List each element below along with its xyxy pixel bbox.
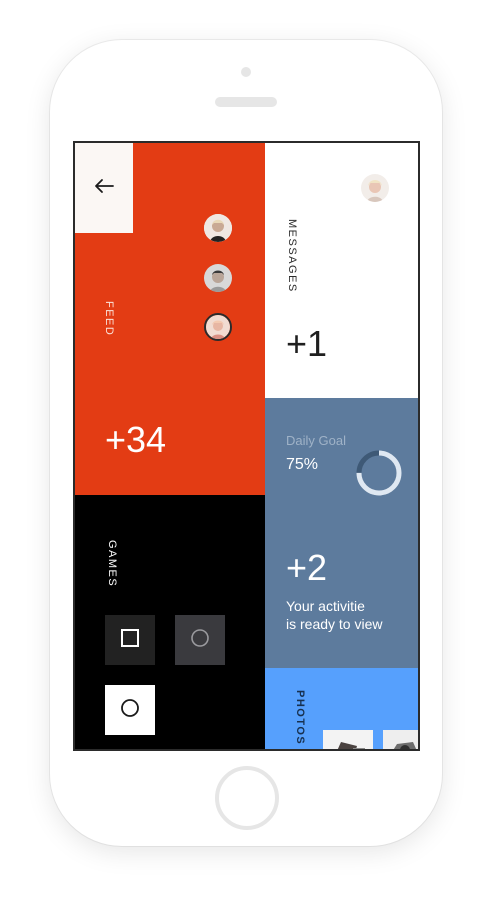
feed-count: +34 (105, 419, 167, 460)
photo-thumbnail-2[interactable] (383, 730, 418, 749)
avatar-user-1[interactable] (204, 214, 232, 242)
daily-goal-count: +2 (286, 547, 328, 588)
photos-label: PHOTOS (294, 690, 306, 746)
circle-icon (191, 628, 209, 652)
messages-tile[interactable]: MESSAGES +1 (265, 143, 418, 398)
home-button[interactable] (215, 766, 279, 830)
arrow-left-icon (94, 178, 114, 199)
feed-label: FEED (103, 301, 115, 337)
daily-goal-title: Daily Goal (286, 433, 346, 448)
messages-label: MESSAGES (286, 219, 298, 293)
messages-count: +1 (286, 323, 328, 364)
avatar-user-3[interactable] (204, 313, 232, 341)
games-label: GAMES (106, 540, 118, 588)
messages-avatar[interactable] (361, 174, 389, 202)
daily-goal-tile[interactable]: Daily Goal 75% +2 Your activitie is read… (265, 398, 418, 668)
photo-thumbnail-1[interactable] (323, 730, 373, 749)
game-button-circle-white[interactable] (105, 685, 155, 735)
games-tile: GAMES (75, 495, 265, 749)
game-button-circle[interactable] (175, 615, 225, 665)
avatar-user-2[interactable] (204, 264, 232, 292)
photos-tile[interactable]: PHOTOS (265, 668, 418, 749)
daily-goal-line2: is ready to view (286, 616, 383, 632)
daily-goal-line1: Your activitie (286, 598, 365, 614)
earpiece-speaker (215, 97, 277, 107)
daily-goal-percent: 75% (286, 456, 319, 473)
circle-icon (121, 698, 139, 722)
back-button[interactable] (75, 143, 133, 233)
app-screen: FEED +34 MESSAGES +1 Daily Goal 75% +2 Y… (73, 141, 420, 751)
game-button-square[interactable] (105, 615, 155, 665)
front-camera (241, 67, 251, 77)
daily-goal-progress-ring (355, 449, 403, 497)
square-icon (121, 628, 139, 652)
